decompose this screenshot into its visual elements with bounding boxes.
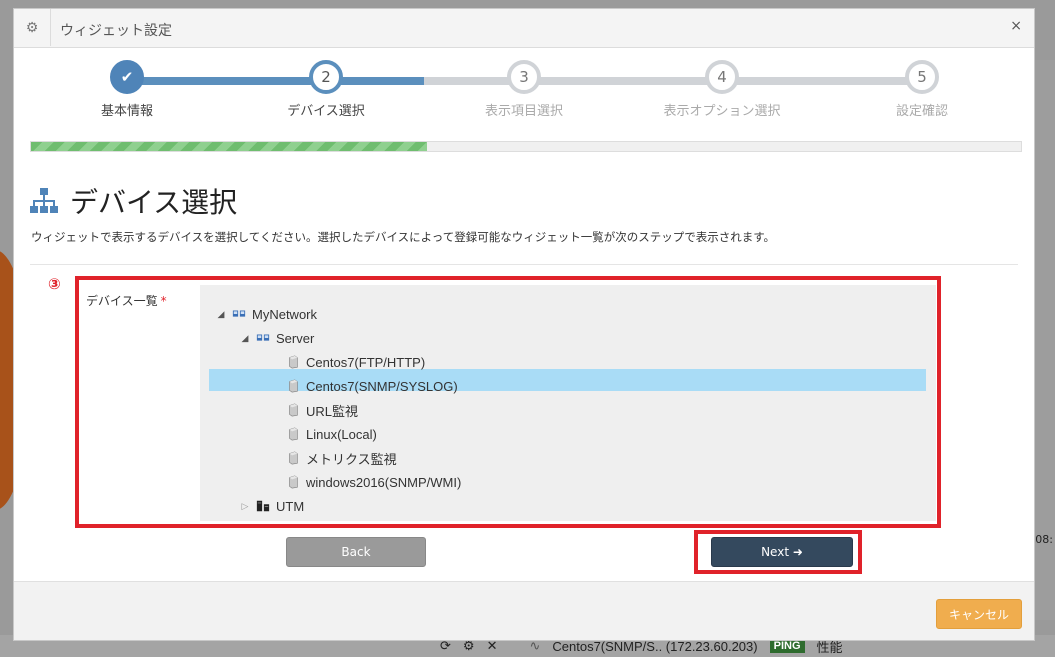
tree-node-device-label: windows2016(SNMP/WMI) (306, 474, 462, 490)
wizard-progress-bar (30, 141, 1022, 152)
network-icon (256, 334, 270, 341)
step-1: ✔ 基本情報 (57, 60, 197, 119)
tree-node-device[interactable]: Linux(Local) (286, 423, 377, 445)
step-2-label: デバイス選択 (287, 104, 365, 119)
step-1-circle: ✔ (110, 60, 144, 94)
cancel-button[interactable]: キャンセル (936, 599, 1022, 629)
step-4: 4 表示オプション選択 (652, 60, 792, 119)
step-3-circle: 3 (507, 60, 541, 94)
tree-node-root-label: MyNetwork (252, 306, 318, 322)
modal-footer (14, 581, 1034, 640)
tree-node-group[interactable]: ◢ Server (240, 327, 315, 349)
progress-fill (31, 142, 427, 151)
step-2-circle: 2 (309, 60, 343, 94)
page-title: デバイス選択 (70, 186, 238, 219)
server-icon (289, 355, 298, 369)
server-icon (289, 403, 298, 417)
device-tree: ◢ MyNetwork ◢ Server Centos7(FTP/HTTP) C… (200, 285, 936, 521)
tree-node-root[interactable]: ◢ MyNetwork (216, 303, 317, 325)
tree-node-device[interactable]: メトリクス監視 (286, 447, 397, 469)
step-5-label: 設定確認 (895, 104, 948, 119)
modal-titlebar: ⚙ ウィジェット設定 × (14, 9, 1034, 48)
firewall-icon (256, 500, 270, 512)
tree-node-device-label: Centos7(SNMP/SYSLOG) (306, 378, 458, 394)
next-button[interactable]: Next ➜ (711, 537, 853, 567)
page-description: ウィジェットで表示するデバイスを選択してください。選択したデバイスによって登録可… (31, 230, 776, 244)
background-time: 08: (1035, 533, 1053, 546)
sitemap-icon (30, 188, 58, 213)
server-icon (289, 379, 298, 393)
tree-node-device[interactable]: windows2016(SNMP/WMI) (286, 471, 461, 493)
server-icon (289, 427, 298, 441)
collapse-icon[interactable]: ◢ (240, 333, 250, 344)
expand-icon[interactable]: ▷ (240, 501, 250, 512)
collapse-icon[interactable]: ◢ (216, 309, 226, 320)
annotation-marker: ③ (48, 275, 61, 293)
modal-title: ウィジェット設定 (60, 23, 172, 39)
tree-node-device-selected[interactable]: Centos7(SNMP/SYSLOG) (286, 375, 458, 397)
gear-icon: ⚙ (14, 9, 51, 46)
tree-node-device-label: Centos7(FTP/HTTP) (306, 354, 426, 370)
wizard-stepper: ✔ 基本情報 2 デバイス選択 3 表示項目選択 4 表示オプション選択 5 設… (14, 47, 1034, 127)
back-button[interactable]: Back (286, 537, 426, 567)
network-icon (232, 310, 246, 317)
ping-badge: PING (769, 639, 805, 653)
step-3-label: 表示項目選択 (484, 104, 563, 119)
tree-node-group-label: Server (276, 330, 315, 346)
step-5-circle: 5 (905, 60, 939, 94)
close-button[interactable]: × (1010, 18, 1022, 34)
tree-node-device[interactable]: URL監視 (286, 399, 358, 421)
server-icon (289, 475, 298, 489)
step-3: 3 表示項目選択 (454, 60, 594, 119)
step-2: 2 デバイス選択 (256, 60, 396, 119)
step-5: 5 設定確認 (852, 60, 992, 119)
tree-node-device-label: Linux(Local) (306, 426, 377, 442)
tree-node-utm[interactable]: ▷ UTM (240, 495, 305, 517)
tree-node-device[interactable]: Centos7(FTP/HTTP) (286, 351, 425, 373)
tree-node-device-label: メトリクス監視 (306, 451, 397, 467)
required-mark: * (160, 294, 167, 308)
device-list-label: デバイス一覧 * (86, 292, 167, 309)
widget-settings-modal: ⚙ ウィジェット設定 × ✔ 基本情報 2 デバイス選択 3 表示項目選択 4 … (13, 8, 1035, 641)
page-heading: デバイス選択 (28, 181, 237, 221)
step-1-label: 基本情報 (100, 104, 153, 119)
tree-node-utm-label: UTM (276, 498, 305, 514)
device-list-label-text: デバイス一覧 (86, 294, 158, 308)
tree-node-device-label: URL監視 (306, 403, 359, 419)
step-4-circle: 4 (705, 60, 739, 94)
server-icon (289, 451, 298, 465)
step-4-label: 表示オプション選択 (663, 104, 781, 119)
divider (30, 264, 1018, 265)
